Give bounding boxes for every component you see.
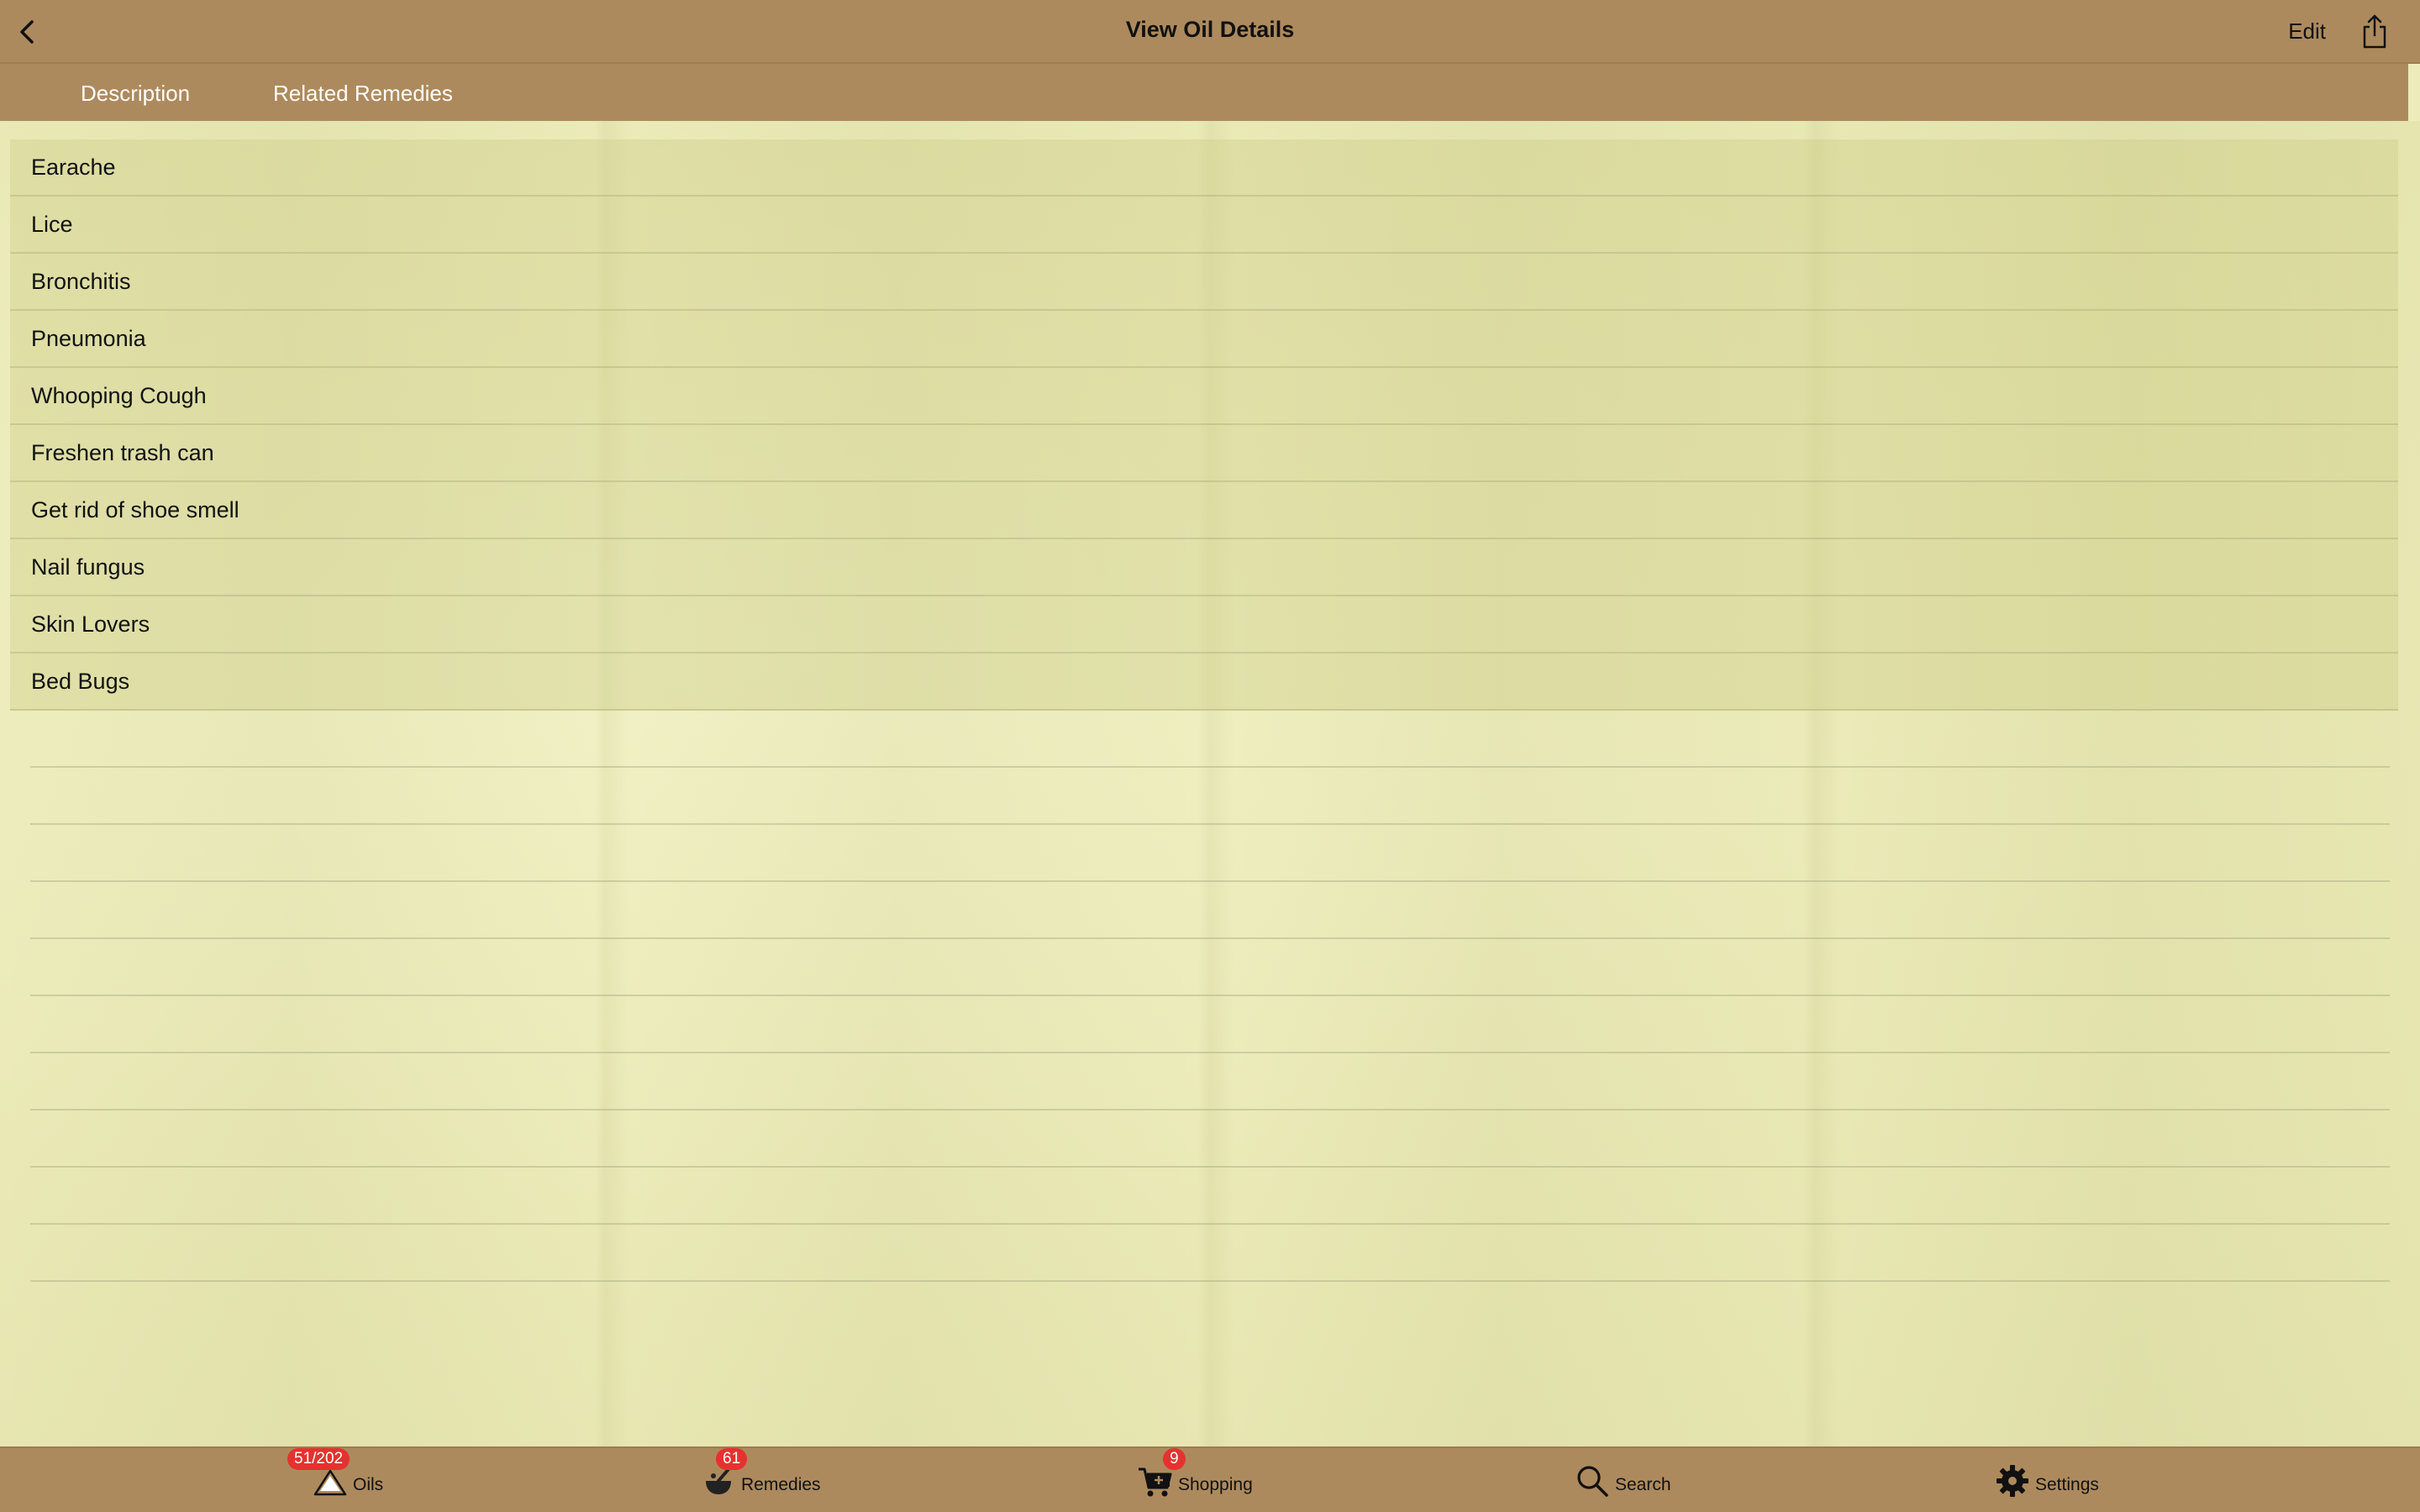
search-icon [1577,1466,1608,1497]
tabbar-label-settings: Settings [2035,1475,2099,1494]
list-item[interactable]: Get rid of shoe smell [10,482,2398,539]
tabbar-label-remedies: Remedies [741,1475,821,1494]
gear-icon [1996,1465,2028,1497]
list-item[interactable]: Bed Bugs [10,654,2398,711]
share-button[interactable] [2358,12,2391,50]
tabbar-label-shopping: Shopping [1178,1475,1253,1494]
bottom-tab-bar: 51/202 Oils 61 Remedies 9 Shopping Searc… [0,1446,2420,1512]
tabbar-item-settings[interactable]: Settings [1993,1460,2099,1502]
related-remedies-list: Earache Lice Bronchitis Pneumonia Whoopi… [10,139,2398,711]
list-item[interactable]: Whooping Cough [10,368,2398,425]
page-title: View Oil Details [1125,17,1295,42]
tabbar-item-search[interactable]: Search [1573,1460,1671,1502]
list-item[interactable]: Bronchitis [10,254,2398,311]
list-item[interactable]: Earache [10,139,2398,197]
tab-related-remedies[interactable]: Related Remedies [273,81,453,107]
list-item[interactable]: Freshen trash can [10,425,2398,482]
remedies-badge: 61 [716,1448,748,1470]
tabbar-item-oils[interactable]: 51/202 Oils [287,1448,384,1502]
tabbar-label-oils: Oils [353,1475,384,1494]
edit-button[interactable]: Edit [2288,18,2326,45]
list-item[interactable]: Pneumonia [10,311,2398,368]
ruled-lines [30,711,2390,1282]
segment-tabs: Description Related Remedies [0,64,2408,121]
tabbar-item-remedies[interactable]: 61 Remedies [699,1448,821,1502]
oils-badge: 51/202 [287,1448,350,1470]
shopping-badge: 9 [1163,1448,1186,1470]
cart-icon [1139,1467,1172,1497]
tab-description[interactable]: Description [81,81,190,107]
list-item[interactable]: Skin Lovers [10,596,2398,654]
navigation-bar: View Oil Details Edit [0,0,2420,64]
tabbar-item-shopping[interactable]: 9 Shopping [1136,1448,1253,1502]
tabbar-label-search: Search [1615,1475,1671,1494]
share-icon [2363,14,2386,49]
list-item[interactable]: Nail fungus [10,539,2398,596]
list-item[interactable]: Lice [10,197,2398,254]
